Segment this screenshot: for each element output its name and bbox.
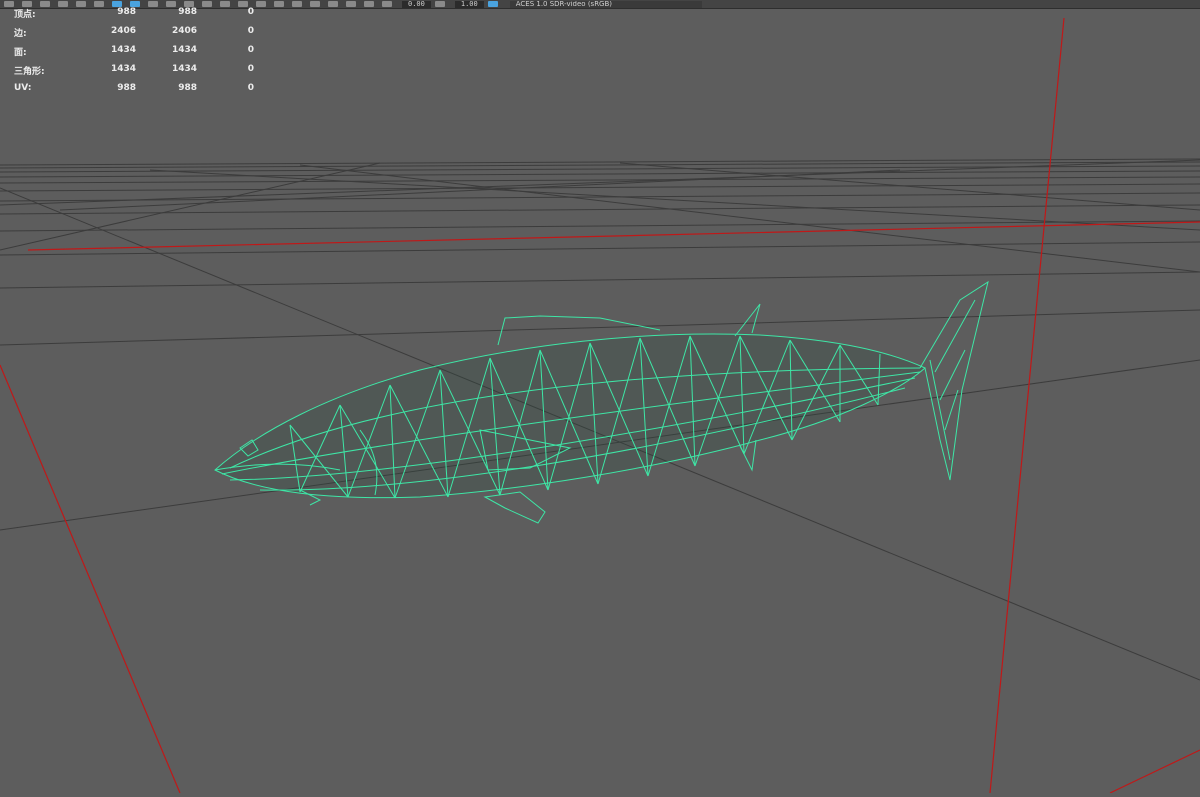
hud-value: 0 [247,83,254,93]
hud-value: 988 [178,7,197,17]
fish-wireframe-mesh[interactable] [214,280,989,524]
hud-row-faces: 面: 1434 1434 0 [14,45,254,64]
hud-value: 988 [117,7,136,17]
resolution-icon[interactable] [346,1,356,7]
hud-value: 2406 [171,26,197,36]
hud-value: 0 [247,26,254,36]
poly-count-hud: 顶点: 988 988 0 边: 2406 2406 0 面: 1434 143… [14,7,254,102]
3d-viewport[interactable] [0,0,1200,794]
hud-value: 0 [247,7,254,17]
hud-value: 1434 [171,45,197,55]
gate-icon[interactable] [310,1,320,7]
hud-label: UV: [14,83,32,93]
hud-value: 988 [178,83,197,93]
hud-value: 0 [247,45,254,55]
hud-value: 1434 [171,64,197,74]
hud-value: 1434 [110,45,136,55]
exposure-icon[interactable] [382,1,392,7]
hud-row-triangles: 三角形: 1434 1434 0 [14,64,254,83]
hud-value: 1434 [110,64,136,74]
hud-label: 边: [14,29,27,39]
hud-value: 0 [247,64,254,74]
viewport-canvas[interactable] [0,0,1200,794]
hud-label: 三角形: [14,67,45,77]
exposure-field[interactable]: 0.00 [402,0,431,8]
hud-row-uvs: UV: 988 988 0 [14,83,254,102]
select-icon[interactable] [4,1,14,7]
hud-row-vertices: 顶点: 988 988 0 [14,7,254,26]
color-space-dropdown[interactable]: ACES 1.0 SDR-video (sRGB) [509,0,703,8]
hud-value: 2406 [110,26,136,36]
ao-icon[interactable] [256,1,266,7]
dof-icon[interactable] [292,1,302,7]
hud-value: 988 [117,83,136,93]
color-management-icon[interactable] [487,1,498,7]
hud-label: 顶点: [14,10,36,20]
gamma-icon[interactable] [434,1,445,7]
aa-icon[interactable] [274,1,284,7]
gamma-field[interactable]: 1.00 [454,0,484,8]
hud-row-edges: 边: 2406 2406 0 [14,26,254,45]
film-icon[interactable] [328,1,338,7]
hud-label: 面: [14,48,27,58]
safe-area-icon[interactable] [364,1,374,7]
